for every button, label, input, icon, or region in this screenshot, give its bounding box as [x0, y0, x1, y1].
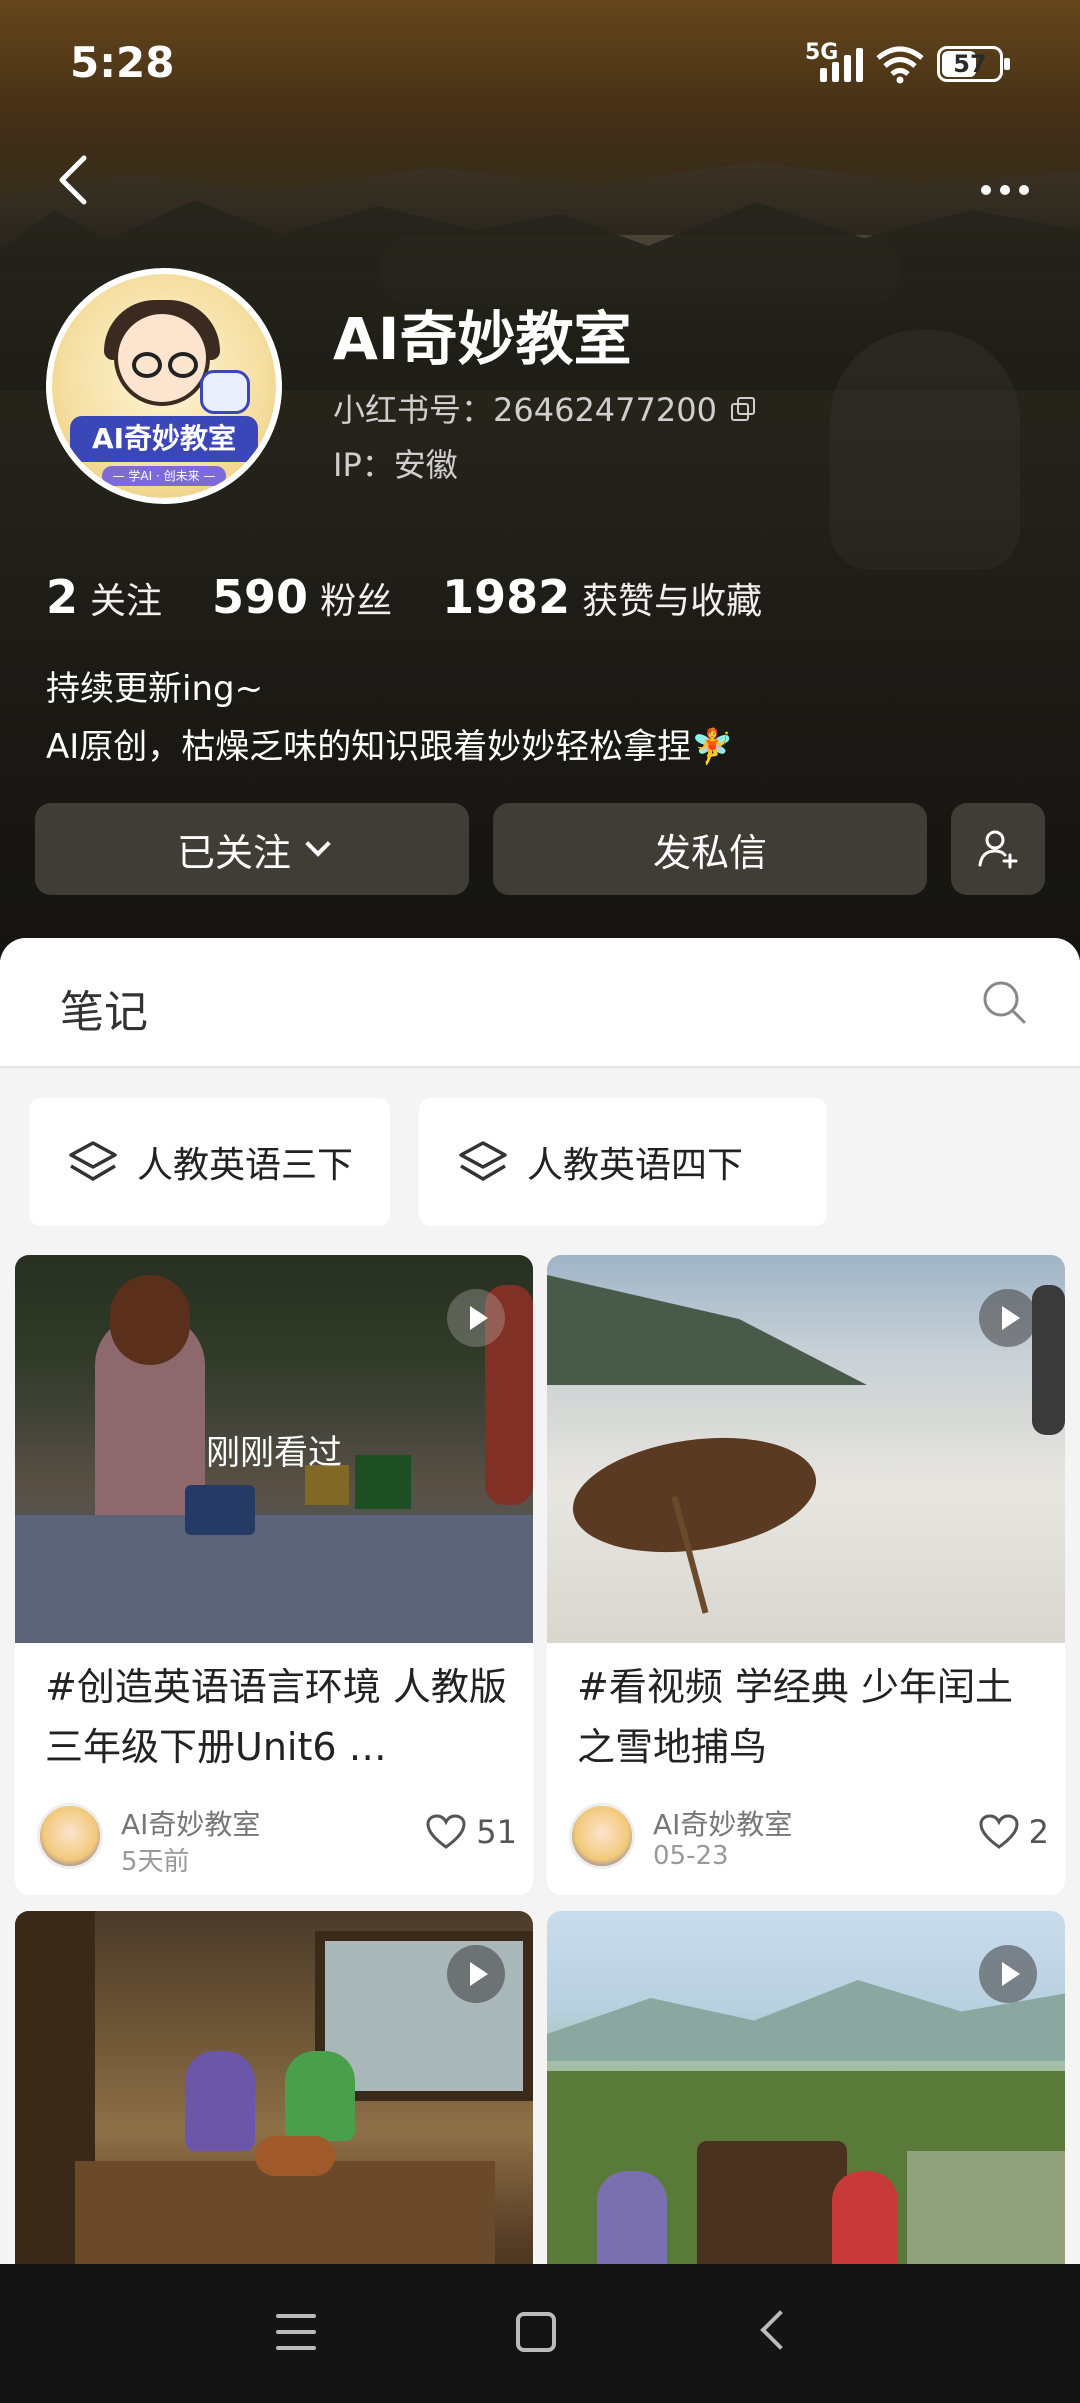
signal-icon: [820, 48, 863, 82]
note-thumbnail: [547, 1255, 1065, 1643]
bio-line: AI原创，枯燥乏味的知识跟着妙妙轻松拿捏🧚: [46, 727, 734, 767]
profile-stats: 2 关注 590 粉丝 1982 获赞与收藏: [46, 570, 762, 624]
message-label: 发私信: [652, 830, 767, 875]
profile-bio: 持续更新ing~ AI原创，枯燥乏味的知识跟着妙妙轻松拿捏🧚: [46, 660, 734, 776]
note-meta: AI奇妙教室 05-23 2: [569, 1803, 1049, 1873]
note-date: 05-23: [653, 1841, 729, 1871]
following-label: 已关注: [176, 830, 291, 875]
note-card[interactable]: 刚刚看过 #创造英语语言环境 人教版三年级下册Unit6 … AI奇妙教室 5天…: [15, 1255, 533, 1895]
battery-icon: 57: [937, 46, 1010, 82]
copy-icon[interactable]: [730, 397, 755, 421]
wifi-icon: [876, 46, 924, 84]
more-dots-icon[interactable]: [970, 170, 1040, 210]
back-arrow-icon[interactable]: [46, 150, 106, 210]
avatar-logo-subtitle: — 学AI · 创未来 —: [102, 466, 226, 486]
ip-location: IP：安徽: [333, 446, 458, 484]
following-button[interactable]: 已关注: [35, 803, 469, 895]
add-user-button[interactable]: [951, 803, 1045, 895]
avatar-logo-text: AI奇妙教室: [70, 416, 258, 462]
recently-viewed-label: 刚刚看过: [206, 1433, 342, 1473]
home-icon[interactable]: [516, 2312, 556, 2352]
heart-icon: [426, 1814, 466, 1849]
tab-bar: 笔记: [0, 938, 1080, 1068]
like-button[interactable]: 2: [979, 1813, 1049, 1851]
note-thumbnail: 刚刚看过: [15, 1255, 533, 1643]
play-icon: [447, 1945, 505, 2003]
collection-chip[interactable]: 人教英语三下: [29, 1098, 390, 1226]
note-thumbnail: [547, 1911, 1065, 2268]
bio-line: 持续更新ing~: [46, 669, 264, 709]
status-time: 5:28: [70, 38, 175, 87]
note-card[interactable]: #看视频 学经典 少年闰土之雪地捕鸟 AI奇妙教室 05-23 2: [547, 1255, 1065, 1895]
collection-chip[interactable]: 人教英语四下: [419, 1098, 827, 1226]
layers-icon: [459, 1141, 507, 1181]
stat-followers[interactable]: 590 粉丝: [212, 570, 392, 624]
author-avatar[interactable]: [569, 1803, 635, 1869]
tab-notes[interactable]: 笔记: [60, 976, 148, 1040]
redbook-id: 小红书号：26462477200: [333, 391, 717, 429]
message-button[interactable]: 发私信: [493, 803, 927, 895]
note-card[interactable]: [15, 1911, 533, 2268]
heart-icon: [979, 1814, 1019, 1849]
search-icon[interactable]: [980, 978, 1028, 1026]
collection-label: 人教英语三下: [137, 1145, 354, 1186]
author-avatar[interactable]: [37, 1803, 103, 1869]
avatar[interactable]: AI奇妙教室 — 学AI · 创未来 —: [46, 268, 282, 504]
note-date: 5天前: [121, 1847, 190, 1877]
note-title: #创造英语语言环境 人教版三年级下册Unit6 …: [45, 1665, 507, 1769]
collection-label: 人教英语四下: [527, 1145, 744, 1186]
system-back-icon[interactable]: [760, 2310, 800, 2350]
like-count: 2: [1028, 1813, 1049, 1851]
chevron-down-icon: [305, 831, 331, 857]
author-name[interactable]: AI奇妙教室: [653, 1803, 792, 1843]
notes-panel: 笔记 人教英语三下 人教英语四下 刚刚看过 #创造英语语言环境 人教版三年级下册…: [0, 938, 1080, 2268]
layers-icon: [69, 1141, 117, 1181]
menu-icon[interactable]: [276, 2314, 316, 2350]
note-card[interactable]: [547, 1911, 1065, 2268]
note-thumbnail: [15, 1911, 533, 2268]
status-bar: 5:28 5G 57: [0, 0, 1080, 130]
stat-following[interactable]: 2 关注: [46, 570, 162, 624]
stat-likes-collections[interactable]: 1982 获赞与收藏: [442, 570, 762, 624]
note-title: #看视频 学经典 少年闰土之雪地捕鸟: [577, 1665, 1013, 1769]
profile-name: AI奇妙教室: [333, 305, 632, 373]
play-icon: [979, 1945, 1037, 2003]
system-navigation-bar: [0, 2264, 1080, 2403]
redbook-id-row: 小红书号：26462477200: [333, 385, 755, 431]
add-user-icon: [978, 830, 1018, 869]
author-name[interactable]: AI奇妙教室: [121, 1803, 260, 1843]
play-icon: [979, 1289, 1037, 1347]
battery-level: 57: [953, 50, 987, 78]
like-button[interactable]: 51: [426, 1813, 517, 1851]
note-meta: AI奇妙教室 5天前 51: [37, 1803, 517, 1877]
play-icon: [447, 1289, 505, 1347]
like-count: 51: [476, 1813, 517, 1851]
